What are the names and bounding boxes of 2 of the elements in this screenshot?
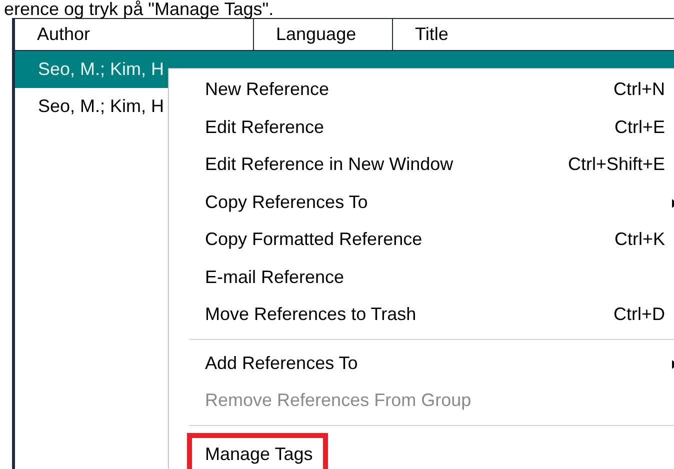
highlight-frame: Manage Tags <box>187 432 328 469</box>
caption-text: erence og tryk på "Manage Tags". <box>3 0 275 18</box>
